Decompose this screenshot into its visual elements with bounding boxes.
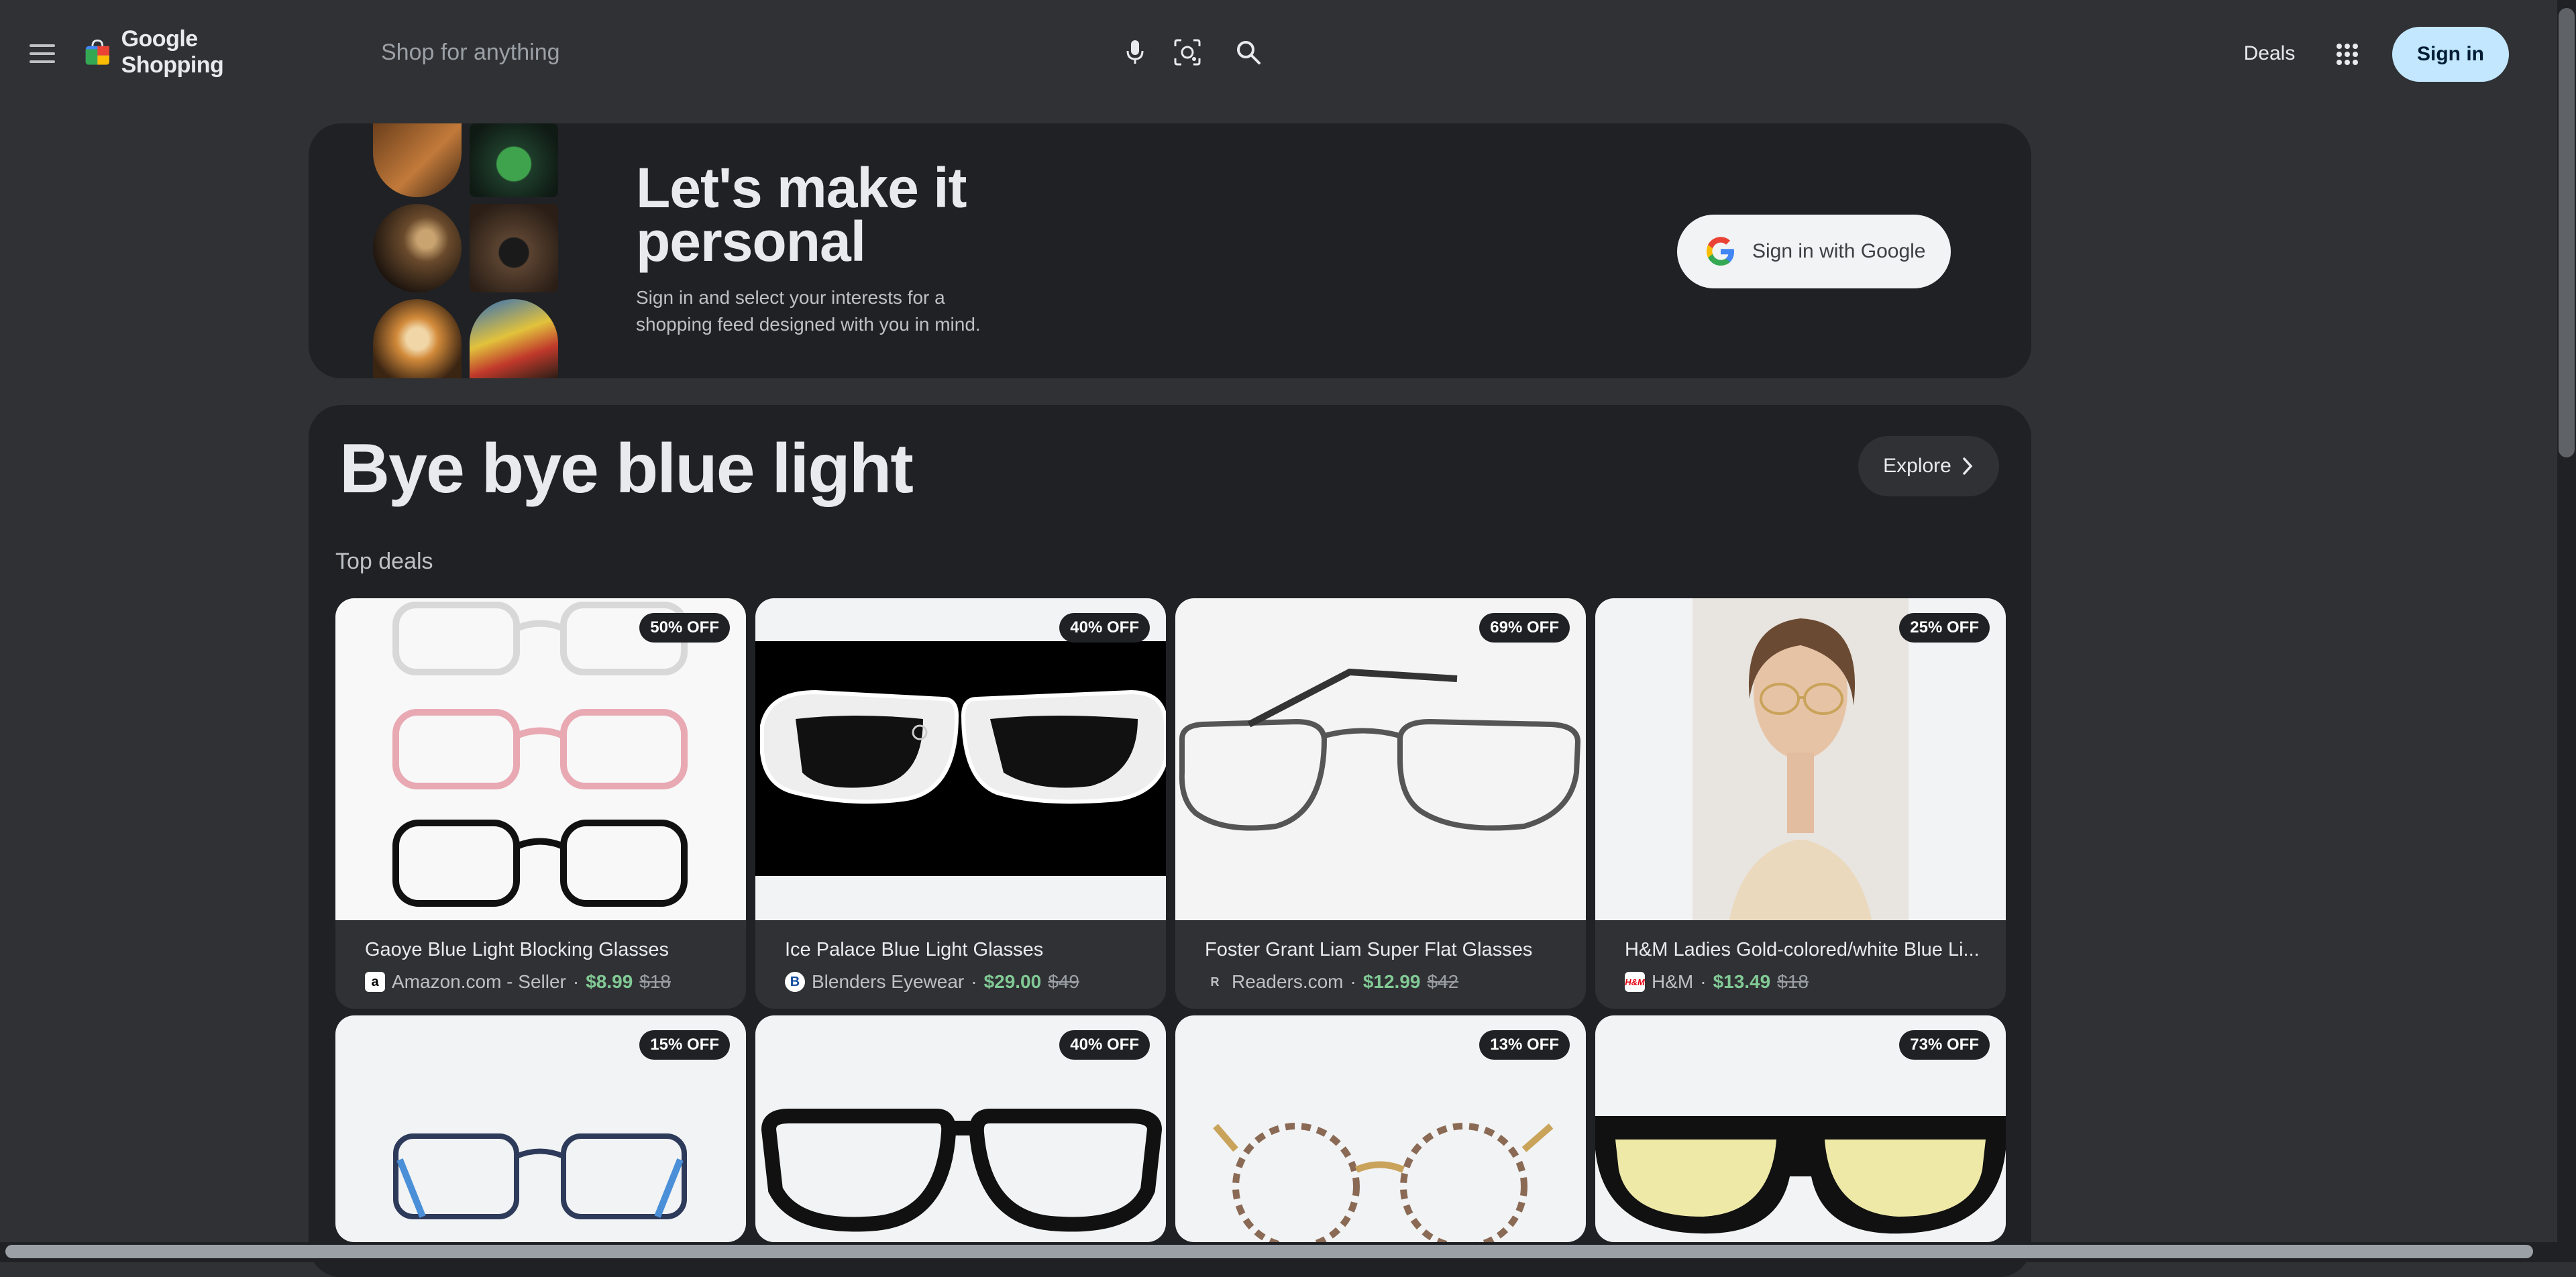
hm-logo-icon: H&M xyxy=(1625,972,1645,992)
discount-badge: 40% OFF xyxy=(1059,613,1150,643)
product-card[interactable]: 40% OFF xyxy=(755,1015,1166,1242)
sign-in-button[interactable]: Sign in xyxy=(2392,27,2509,82)
dumbbell-image xyxy=(470,123,558,197)
discount-badge: 15% OFF xyxy=(639,1030,730,1060)
product-card[interactable]: 13% OFF xyxy=(1175,1015,1586,1242)
horizontal-scrollbar-thumb[interactable] xyxy=(5,1245,2533,1258)
product-image xyxy=(335,598,746,920)
product-card[interactable]: 50% OFF Gaoye Blue Light Blocking Glasse… xyxy=(335,598,746,1009)
main-menu-button[interactable] xyxy=(8,21,76,86)
desk-lamp-image xyxy=(373,204,462,292)
sale-price: $29.00 xyxy=(983,971,1042,992)
product-title: H&M Ladies Gold-colored/white Blue Li... xyxy=(1625,939,1980,960)
original-price: $18 xyxy=(639,971,671,992)
sale-price: $12.99 xyxy=(1362,971,1421,992)
vertical-scrollbar-thumb[interactable] xyxy=(2559,8,2575,457)
product-card[interactable]: 73% OFF xyxy=(1595,1015,2006,1242)
seller-name: Readers.com xyxy=(1232,971,1344,992)
product-image xyxy=(755,598,1166,920)
microphone-icon xyxy=(1126,40,1144,64)
seller-name: Blenders Eyewear xyxy=(812,971,965,992)
sale-price: $8.99 xyxy=(586,971,633,992)
separator-dot: · xyxy=(1350,971,1356,992)
explore-button[interactable]: Explore xyxy=(1858,436,1999,496)
product-card[interactable]: 15% OFF xyxy=(335,1015,746,1242)
product-card[interactable]: 69% OFF Foster Grant Liam Super Flat Gla… xyxy=(1175,598,1586,1009)
product-card[interactable]: 40% OFF Ice Palace Blue Light Glasses B … xyxy=(755,598,1166,1009)
google-apps-button[interactable] xyxy=(2318,27,2376,82)
hamburger-menu-icon xyxy=(30,44,55,63)
discount-badge: 25% OFF xyxy=(1899,613,1990,643)
shopping-bag-logo-icon xyxy=(85,40,109,65)
original-price: $49 xyxy=(1048,971,1079,992)
banner-subtitle: Sign in and select your interests for a … xyxy=(636,287,981,335)
voice-search-button[interactable] xyxy=(1111,23,1159,82)
banner-title: Let's make it personal xyxy=(636,156,967,273)
sofa-image xyxy=(373,123,462,197)
discount-badge: 69% OFF xyxy=(1479,613,1570,643)
camera-search-icon xyxy=(1174,39,1201,66)
readers-logo-icon: R xyxy=(1205,972,1225,992)
discount-badge: 50% OFF xyxy=(639,613,730,643)
module-title: Bye bye blue light xyxy=(339,430,914,508)
amazon-logo-icon: a xyxy=(365,972,385,992)
product-title: Gaoye Blue Light Blocking Glasses xyxy=(365,939,669,960)
product-title: Foster Grant Liam Super Flat Glasses xyxy=(1205,939,1533,960)
discount-badge: 13% OFF xyxy=(1479,1030,1570,1060)
original-price: $18 xyxy=(1777,971,1809,992)
discount-badge: 73% OFF xyxy=(1899,1030,1990,1060)
camera-image xyxy=(470,204,558,292)
original-price: $42 xyxy=(1427,971,1459,992)
tiger-plush-image xyxy=(373,299,462,378)
product-meta: H&M H&M · $13.49 $18 xyxy=(1625,971,1809,993)
search-icon xyxy=(1237,41,1260,64)
board-game-image xyxy=(470,299,558,378)
google-g-icon xyxy=(1707,237,1734,266)
product-card[interactable]: 25% OFF H&M Ladies Gold-colored/white Bl… xyxy=(1595,598,2006,1009)
discount-badge: 40% OFF xyxy=(1059,1030,1150,1060)
explore-label: Explore xyxy=(1883,455,1951,477)
google-shopping-logo[interactable]: Google Shopping xyxy=(83,26,292,78)
product-meta: B Blenders Eyewear · $29.00 $49 xyxy=(785,971,1079,993)
chevron-right-icon xyxy=(1963,457,1973,475)
apps-grid-icon xyxy=(2337,44,2358,65)
search-button[interactable] xyxy=(1217,23,1280,82)
image-search-button[interactable] xyxy=(1162,23,1213,82)
product-meta: R Readers.com · $12.99 $42 xyxy=(1205,971,1458,993)
top-deals-heading: Top deals xyxy=(335,549,433,574)
sign-in-with-google-button[interactable]: Sign in with Google xyxy=(1677,215,1951,288)
search-input[interactable] xyxy=(380,25,1104,79)
separator-dot: · xyxy=(1700,971,1707,992)
product-title: Ice Palace Blue Light Glasses xyxy=(785,939,1044,960)
separator-dot: · xyxy=(971,971,977,992)
separator-dot: · xyxy=(572,971,580,992)
seller-name: H&M xyxy=(1652,971,1694,992)
product-image xyxy=(1595,598,2006,920)
product-image xyxy=(1175,598,1586,920)
sale-price: $13.49 xyxy=(1713,971,1771,992)
seller-name: Amazon.com - Seller xyxy=(392,971,566,992)
google-signin-label: Sign in with Google xyxy=(1752,240,1926,262)
blenders-logo-icon: B xyxy=(785,972,805,992)
interest-image-mosaic xyxy=(373,123,561,378)
logo-text: Google Shopping xyxy=(121,26,224,78)
product-meta: a Amazon.com - Seller · $8.99 $18 xyxy=(365,971,671,993)
deals-link[interactable]: Deals xyxy=(2242,31,2297,76)
